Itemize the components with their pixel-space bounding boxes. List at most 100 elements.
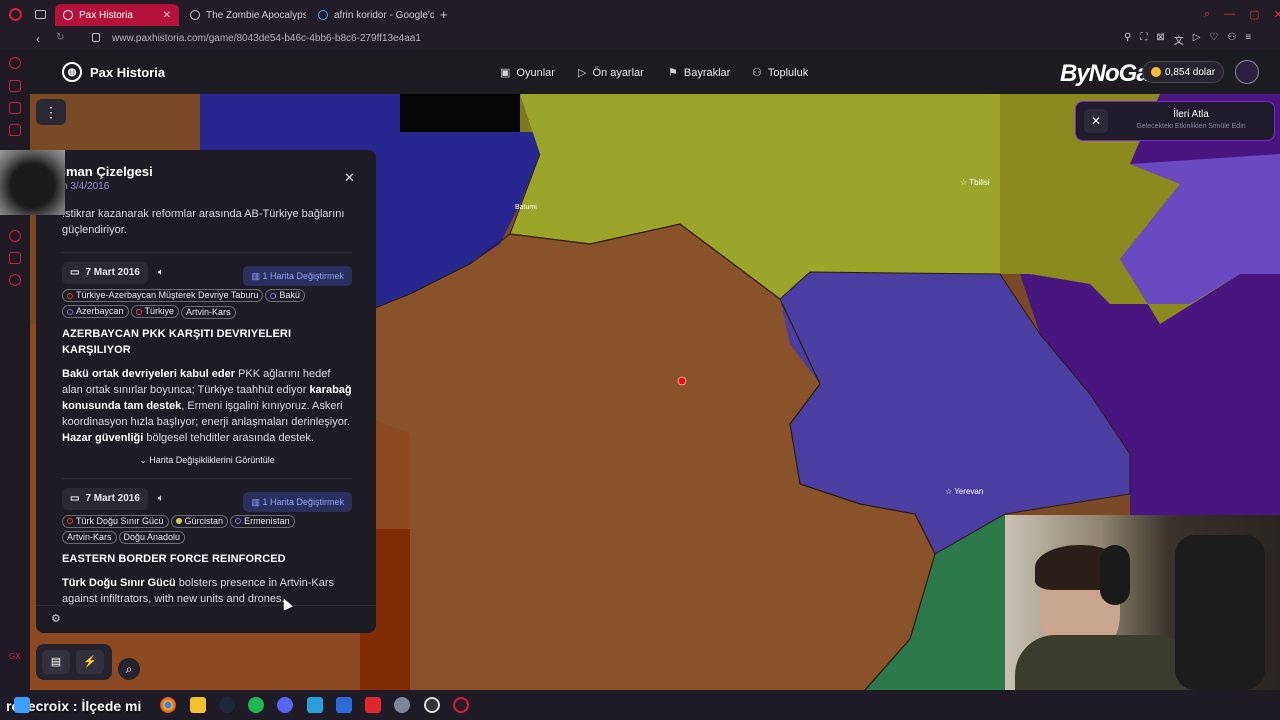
sidebar-icon-4[interactable] — [9, 124, 21, 136]
heart-icon[interactable]: ♡ — [1209, 32, 1218, 47]
webcam-feed — [1005, 515, 1280, 690]
city-marker-tbilisi[interactable]: ☆ Tbilisi — [960, 178, 990, 187]
tag-chip[interactable]: Artvin-Kars — [62, 530, 117, 544]
timeline-event: ▭ 7 Mart 2016 🔈︎ ▥ 1 Harita Değiştirmek T… — [62, 487, 352, 607]
nav-topluluk[interactable]: ⚇ Topluluk — [752, 66, 808, 80]
browser-tabbar: Pax Historia ✕ The Zombie Apocalypse afr… — [0, 0, 1280, 30]
profile-icon[interactable]: ⚇ — [1227, 32, 1236, 47]
skip-ahead-toast[interactable]: ✕ İleri Atla Gelecekteki Etkinlikleri Si… — [1075, 101, 1275, 141]
speaker-icon[interactable]: 🔈︎ — [158, 265, 164, 281]
nav-bayraklar[interactable]: ⚑ Bayraklar — [668, 66, 730, 80]
close-tab-icon[interactable]: ✕ — [163, 10, 171, 21]
app-icon-2[interactable] — [336, 697, 352, 713]
tab-menu-icon[interactable] — [35, 10, 46, 19]
avatar[interactable] — [1235, 60, 1259, 84]
steam-icon[interactable] — [219, 697, 235, 713]
app-icon[interactable] — [307, 697, 323, 713]
gamepad-icon: ▣ — [500, 67, 511, 79]
close-window-icon[interactable]: ✕ — [1274, 8, 1280, 21]
chat-toolbar: ▤ ⚡ — [36, 644, 112, 680]
cat-webcam-overlay — [0, 150, 65, 215]
show-map-changes-button[interactable]: ⌄ Harita Değişikliklerini Görüntüle — [62, 452, 352, 468]
map-menu-button[interactable]: ⋮ — [36, 99, 66, 125]
tag-chip[interactable]: Artvin-Kars — [181, 305, 236, 319]
panel-date: n 3/4/2016 — [62, 181, 110, 192]
chat-icon[interactable]: ▤ — [42, 650, 70, 674]
sidebar-icon-6[interactable] — [9, 252, 21, 264]
close-icon[interactable]: ✕ — [1084, 109, 1108, 133]
star-icon: ☆ — [960, 178, 968, 187]
tab-zombie[interactable]: The Zombie Apocalypse — [182, 4, 306, 26]
timeline-events[interactable]: .stikrar kazanarak reformlar arasında AB… — [62, 206, 352, 607]
new-tab-button[interactable]: + — [440, 7, 448, 22]
balance-badge[interactable]: 0,854 dolar — [1142, 61, 1225, 83]
play-icon[interactable]: ▷ — [1193, 32, 1201, 47]
extension-icon[interactable]: ⊠ — [1156, 32, 1164, 47]
chrome-icon[interactable] — [160, 697, 176, 713]
tag-list: Türk Doğu Sınır Gücü Gürcistan Ermenistan A… — [62, 514, 352, 547]
tab-google[interactable]: afrin koridor - Google'da — [310, 4, 434, 26]
translate-icon[interactable]: 文 — [1174, 32, 1184, 47]
sidebar-icon-3[interactable] — [9, 102, 21, 114]
menu-icon[interactable]: ≡ — [1245, 32, 1251, 47]
opera-logo-icon[interactable] — [9, 8, 22, 21]
star-icon: ☆ — [945, 487, 953, 496]
obs-icon[interactable] — [424, 697, 440, 713]
settings-icon[interactable]: ⚙ — [51, 612, 61, 625]
tag-chip[interactable]: Bakü — [265, 289, 305, 302]
maximize-icon[interactable]: ▢ — [1249, 8, 1259, 21]
tab-label: Pax Historia — [79, 9, 133, 21]
tag-chip[interactable]: Ermenistan — [230, 514, 295, 528]
screenshot-icon[interactable]: ⛶ — [1140, 32, 1147, 47]
windows-start-icon[interactable] — [14, 697, 30, 713]
tag-chip[interactable]: Türk Doğu Sınır Gücü — [62, 514, 169, 528]
city-marker-batumi[interactable]: Batumi — [515, 204, 537, 211]
brand-logo[interactable]: ◍ Pax Historia — [62, 62, 165, 82]
folder-icon[interactable] — [190, 697, 206, 713]
tag-chip[interactable]: Türkiye — [130, 305, 180, 318]
close-icon[interactable]: ✕ — [344, 170, 355, 186]
spotify-icon[interactable] — [248, 697, 264, 713]
tag-chip[interactable]: Doğu Anadolu — [118, 530, 186, 544]
event-body: Türk Doğu Sınır Gücü bolsters presence i… — [62, 576, 335, 605]
timeline-panel: man Çizelgesi n 3/4/2016 ✕ .stikrar kaza… — [36, 150, 376, 633]
settings-icon[interactable] — [394, 697, 410, 713]
nav-on-ayarlar[interactable]: ▷ Ön ayarlar — [578, 66, 644, 80]
map-change-badge[interactable]: ▥ 1 Harita Değiştirmek — [243, 266, 352, 286]
tag-list: Türkiye-Azerbaycan Müşterek Devriye Tabu… — [62, 289, 352, 322]
back-icon[interactable]: ‹ — [36, 32, 40, 46]
divider — [62, 477, 352, 479]
discord-icon[interactable] — [277, 697, 293, 713]
reload-icon[interactable]: ↻ — [56, 32, 64, 43]
gear-icon[interactable] — [9, 274, 21, 286]
sidebar-gx-icon[interactable]: GX — [9, 652, 21, 661]
clock-icon[interactable] — [9, 230, 21, 242]
tag-chip[interactable]: Türkiye-Azerbaycan Müşterek Devriye Tabu… — [62, 289, 264, 302]
tag-chip[interactable]: Azerbaycan — [62, 305, 129, 318]
tab-pax-historia[interactable]: Pax Historia ✕ — [55, 4, 179, 26]
pin-icon[interactable]: ⚲ — [1124, 32, 1131, 47]
window-controls: ⌕ — ▢ ✕ — [1204, 8, 1280, 21]
acrobat-icon[interactable] — [365, 697, 381, 713]
city-marker-yerevan[interactable]: ☆ Yerevan — [945, 487, 983, 496]
lightning-icon[interactable]: ⚡ — [76, 650, 104, 674]
sidebar-icon-2[interactable] — [9, 80, 21, 92]
intro-text: .stikrar kazanarak reformlar arasında AB… — [62, 208, 345, 236]
chevron-down-icon: ⌄ — [139, 454, 147, 465]
globe-icon: ◍ — [62, 62, 82, 82]
nav-oyunlar[interactable]: ▣ Oyunlar — [500, 66, 555, 80]
extension-icons: ⚲ ⛶ ⊠ 文 ▷ ♡ ⚇ ≡ — [1124, 32, 1251, 47]
minimize-icon[interactable]: — — [1224, 8, 1235, 21]
tag-dot — [67, 292, 73, 299]
speaker-icon[interactable]: 🔈︎ — [158, 491, 164, 507]
event-headline: AZERBAYCAN PKK KARŞITI DEVRIYELERI KARŞI… — [62, 327, 292, 356]
opera-gx-icon[interactable] — [453, 697, 469, 713]
search-icon[interactable]: ⌕ — [1204, 8, 1210, 21]
map-search-button[interactable]: ⌕ — [118, 658, 140, 680]
url-field[interactable]: www.paxhistoria.com/game/8043de54-b46c-4… — [112, 33, 421, 44]
event-body: Bakü ortak devriyeleri kabul eder PKK ağ… — [62, 367, 352, 444]
panel-title: man Çizelgesi — [66, 164, 153, 179]
sidebar-icon-1[interactable] — [9, 57, 21, 69]
map-change-badge[interactable]: ▥ 1 Harita Değiştirmek — [243, 491, 352, 512]
tag-chip[interactable]: Gürcistan — [170, 514, 229, 528]
